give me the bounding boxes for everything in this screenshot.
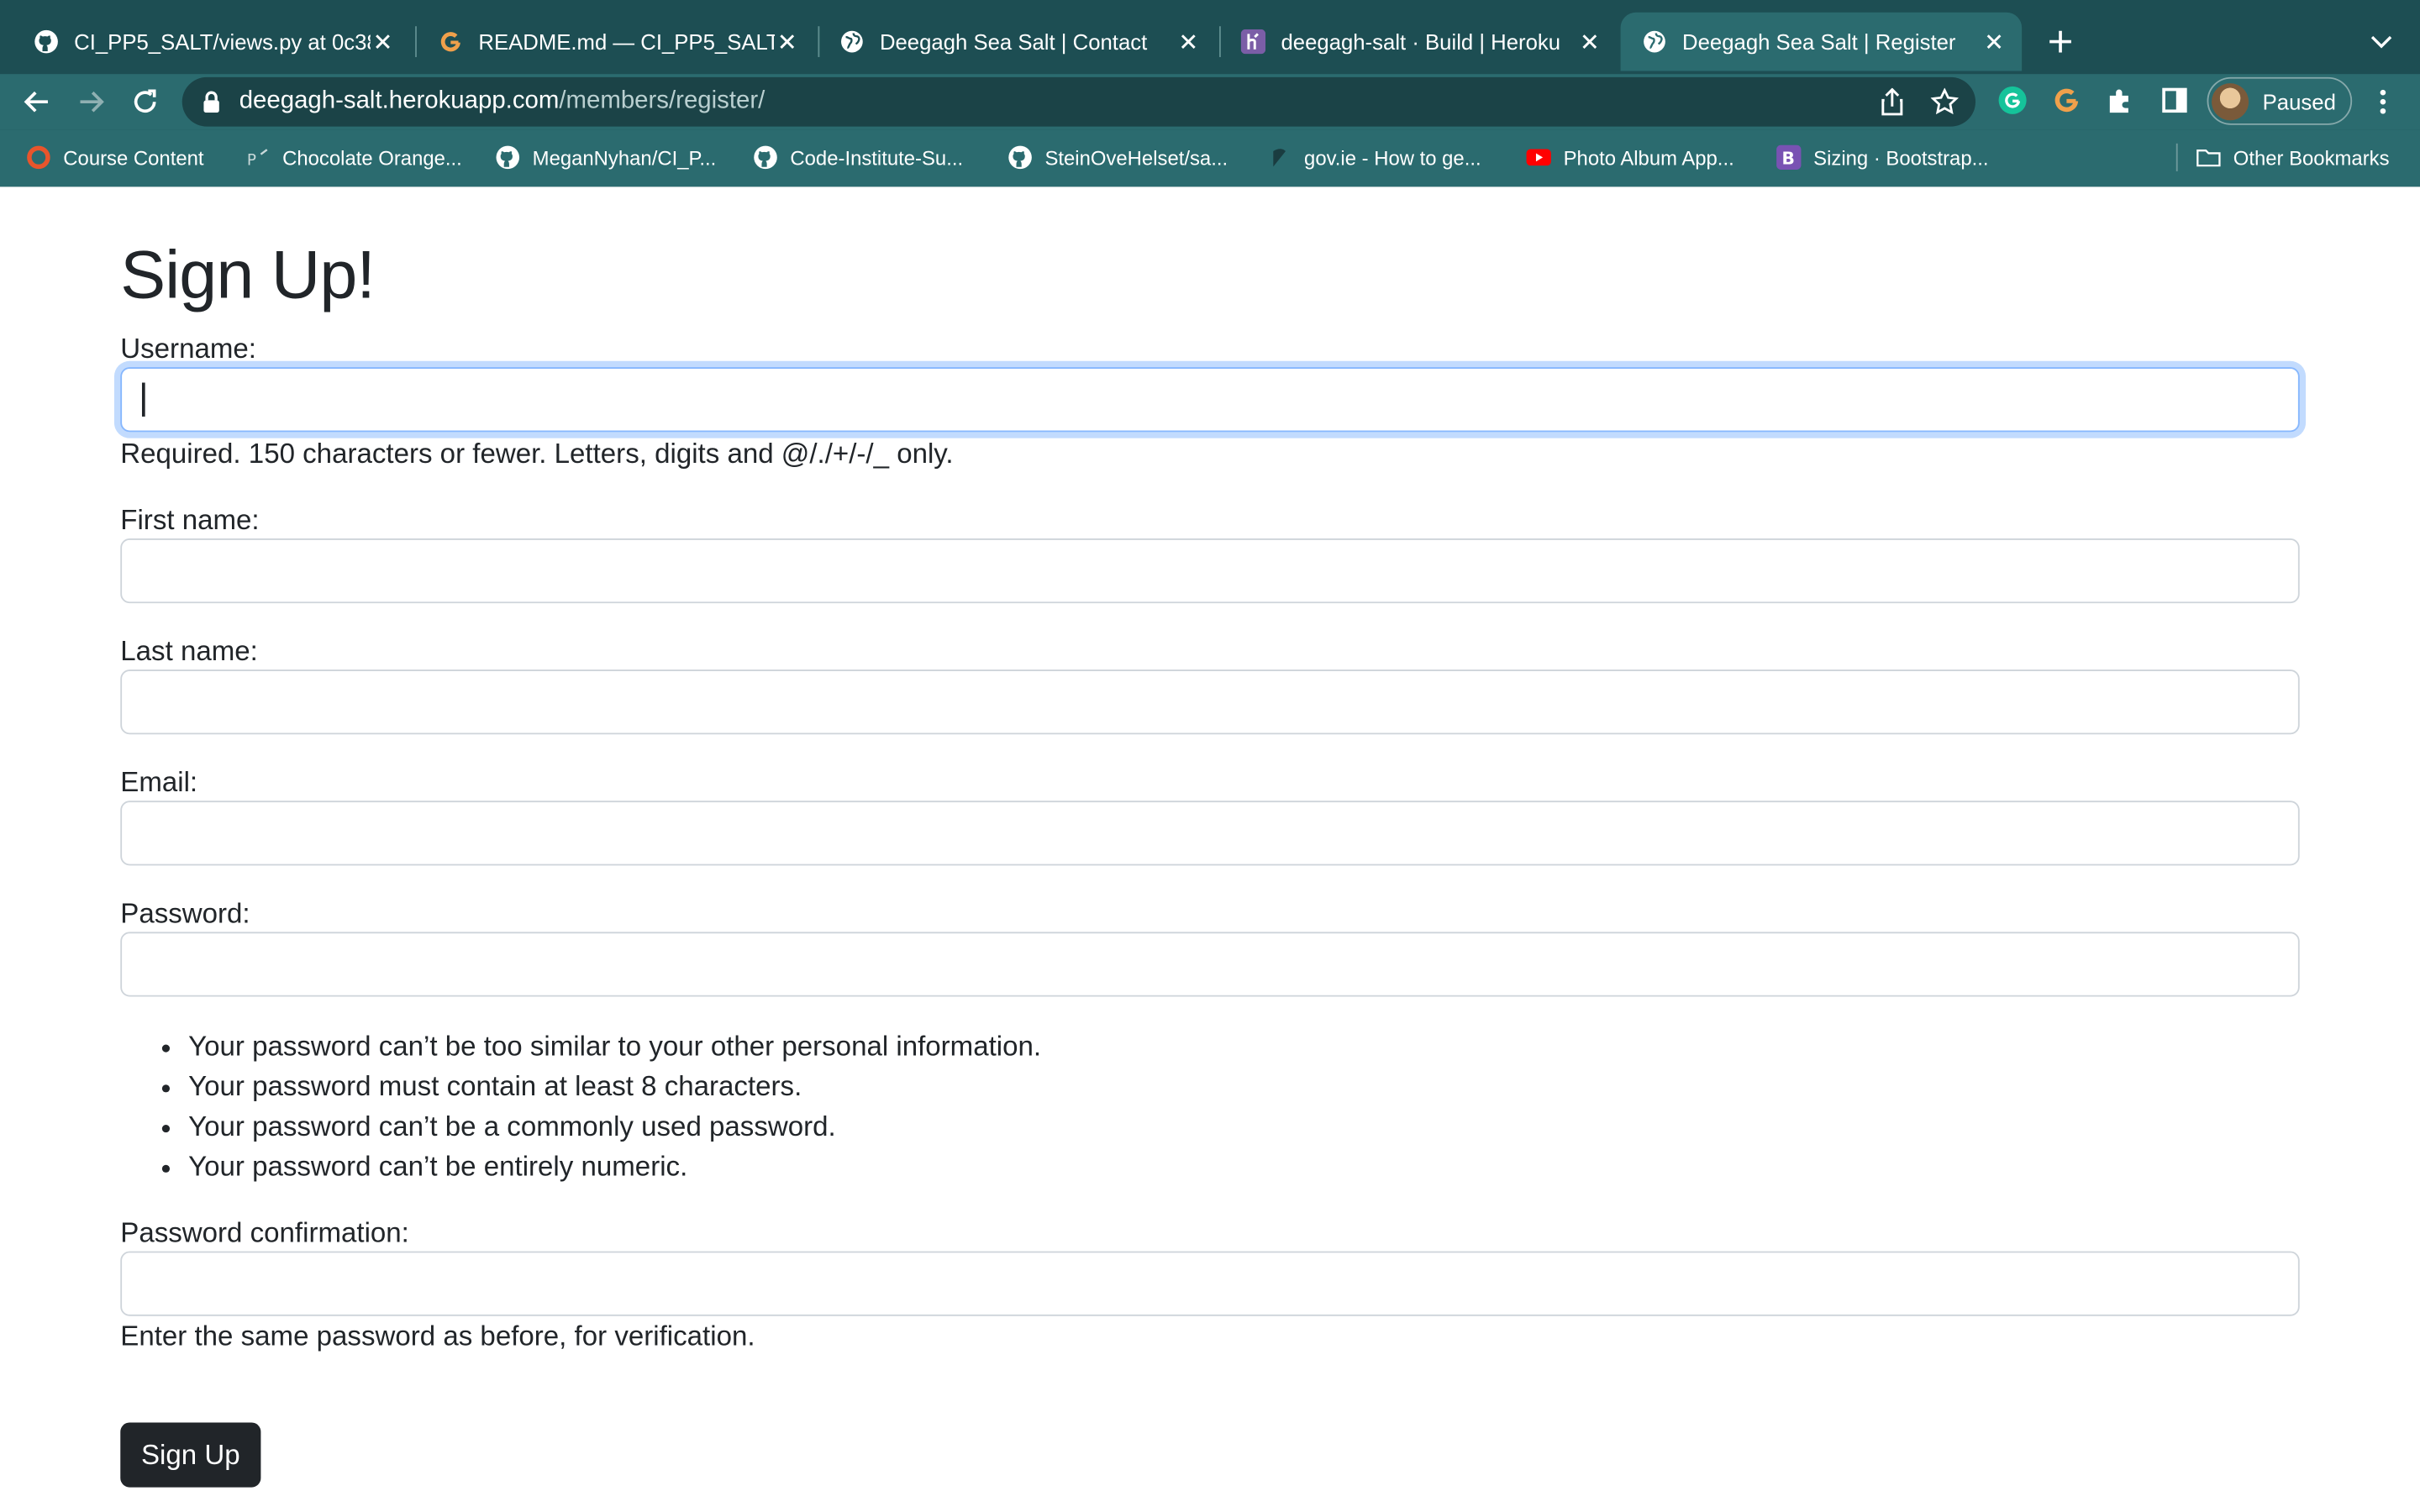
bookmark-label: Sizing · Bootstrap... [1813, 145, 1989, 170]
grammarly-extension-icon[interactable] [1996, 83, 2029, 117]
page-title: Sign Up! [120, 237, 376, 313]
svg-text:P: P [247, 152, 256, 170]
bookmark-label: Other Bookmarks [2233, 145, 2390, 170]
bookmark-label: Code-Institute-Su... [790, 145, 964, 170]
bookmarks-divider [2175, 143, 2178, 171]
email-field[interactable] [120, 801, 2300, 866]
tab-title: Deegagh Sea Salt | Register [1682, 29, 1956, 55]
browser-chrome: CI_PP5_SALT/views.py at 0c38 README.md —… [0, 0, 2420, 187]
email-label: Email: [120, 766, 198, 798]
password-rules-list: Your password can’t be too similar to yo… [120, 1026, 1041, 1186]
forward-arrow-icon[interactable] [71, 81, 111, 122]
bookmark-label: MeganNyhan/CI_P... [532, 145, 717, 170]
back-arrow-icon[interactable] [17, 81, 57, 122]
bookmark-steinovehelset[interactable]: SteinOveHelset/sa... [1007, 144, 1228, 171]
tab-title: CI_PP5_SALT/views.py at 0c38 [74, 29, 371, 55]
tab-register[interactable]: Deegagh Sea Salt | Register [1620, 12, 2023, 71]
url-path: /members/register/ [559, 87, 765, 114]
tab-title: deegagh-salt · Build | Heroku [1281, 29, 1561, 55]
username-label: Username: [120, 333, 256, 365]
text-caret [141, 382, 145, 417]
share-icon[interactable] [1876, 87, 1907, 118]
bookmark-gov-ie[interactable]: gov.ie - How to ge... [1267, 144, 1481, 171]
chevron-down-icon[interactable] [2365, 24, 2398, 58]
tab-title: Deegagh Sea Salt | Contact [879, 29, 1148, 55]
bookmark-photo-album[interactable]: Photo Album App... [1526, 144, 1734, 171]
bookmark-label: SteinOveHelset/sa... [1044, 145, 1228, 170]
github-icon [1007, 145, 1032, 170]
password-confirmation-help-text: Enter the same password as before, for v… [120, 1320, 755, 1352]
url-host: deegagh-salt.herokuapp.com [239, 87, 560, 114]
sign-up-button[interactable]: Sign Up [120, 1422, 261, 1488]
github-icon [496, 145, 520, 170]
side-panel-icon[interactable] [2158, 83, 2191, 117]
folder-icon [2196, 145, 2221, 170]
password-field[interactable] [120, 932, 2300, 997]
circle-logo-icon [26, 145, 50, 170]
new-tab-plus-icon[interactable] [2040, 22, 2081, 62]
bookmark-label: Chocolate Orange... [282, 145, 462, 170]
address-bar[interactable]: deegagh-salt.herokuapp.com/members/regis… [182, 76, 1976, 127]
password-label: Password: [120, 897, 250, 929]
globe-icon [1642, 29, 1666, 54]
bookmark-bootstrap-sizing[interactable]: B Sizing · Bootstrap... [1776, 144, 1989, 171]
first-name-label: First name: [120, 504, 260, 536]
address-toolbar: deegagh-salt.herokuapp.com/members/regis… [0, 74, 2420, 130]
github-icon [34, 29, 58, 54]
bookmarks-bar: Course Content P Chocolate Orange... Meg… [0, 129, 2420, 187]
profile-status: Paused [2262, 88, 2336, 113]
bookmark-megannyhan[interactable]: MeganNyhan/CI_P... [496, 144, 717, 171]
password-rule: Your password can’t be too similar to yo… [188, 1026, 1041, 1066]
tab-readme[interactable]: README.md — CI_PP5_SALT – [417, 13, 815, 71]
close-icon[interactable] [1577, 29, 1602, 54]
close-icon[interactable] [371, 29, 395, 54]
globe-icon [839, 29, 864, 54]
more-vertical-icon[interactable] [2368, 83, 2399, 120]
puzzle-extensions-icon[interactable] [2103, 83, 2137, 117]
bookmark-code-institute[interactable]: Code-Institute-Su... [753, 144, 963, 171]
bookmark-label: Photo Album App... [1563, 145, 1734, 170]
profile-button[interactable]: Paused [2207, 76, 2353, 125]
tab-strip: CI_PP5_SALT/views.py at 0c38 README.md —… [0, 0, 2420, 74]
password-confirmation-field[interactable] [120, 1251, 2300, 1316]
username-field-wrapper [120, 367, 2300, 433]
harp-icon [1267, 145, 1292, 170]
bookmark-chocolate-orange[interactable]: P Chocolate Orange... [245, 144, 462, 171]
bookmark-label: Course Content [63, 145, 204, 170]
last-name-field[interactable] [120, 669, 2300, 735]
svg-text:B: B [1782, 149, 1795, 169]
password-rule: Your password must contain at least 8 ch… [188, 1066, 1041, 1106]
github-icon [753, 145, 777, 170]
bookmark-course-content[interactable]: Course Content [26, 144, 204, 171]
pen-favicon-icon: P [245, 145, 270, 170]
url-text: deegagh-salt.herokuapp.com/members/regis… [239, 88, 765, 116]
lock-icon [201, 91, 223, 113]
tab-github-views[interactable]: CI_PP5_SALT/views.py at 0c38 [13, 13, 411, 71]
tab-heroku[interactable]: deegagh-salt · Build | Heroku [1219, 13, 1618, 71]
avatar [2212, 82, 2249, 120]
bookmark-label: gov.ie - How to ge... [1304, 145, 1481, 170]
close-icon[interactable] [1176, 29, 1201, 54]
bootstrap-icon: B [1776, 144, 1802, 171]
username-help-text: Required. 150 characters or fewer. Lette… [120, 438, 954, 470]
tab-title: README.md — CI_PP5_SALT – [478, 29, 776, 55]
tab-contact[interactable]: Deegagh Sea Salt | Contact [818, 13, 1216, 71]
reload-icon[interactable] [125, 81, 166, 122]
first-name-field[interactable] [120, 538, 2300, 604]
heroku-icon [1240, 29, 1266, 55]
grammarly-g-icon [439, 29, 463, 54]
other-bookmarks-folder[interactable]: Other Bookmarks [2196, 144, 2390, 171]
password-rule: Your password can’t be a commonly used p… [188, 1106, 1041, 1147]
youtube-icon [1526, 145, 1551, 170]
close-icon[interactable] [1981, 29, 2006, 54]
grammarly-g-extension-icon[interactable] [2049, 83, 2083, 117]
username-field[interactable] [120, 367, 2300, 433]
close-icon[interactable] [775, 29, 799, 54]
password-confirmation-label: Password confirmation: [120, 1217, 409, 1248]
star-icon[interactable] [1929, 87, 1960, 118]
last-name-label: Last name: [120, 635, 258, 667]
password-rule: Your password can’t be entirely numeric. [188, 1147, 1041, 1187]
